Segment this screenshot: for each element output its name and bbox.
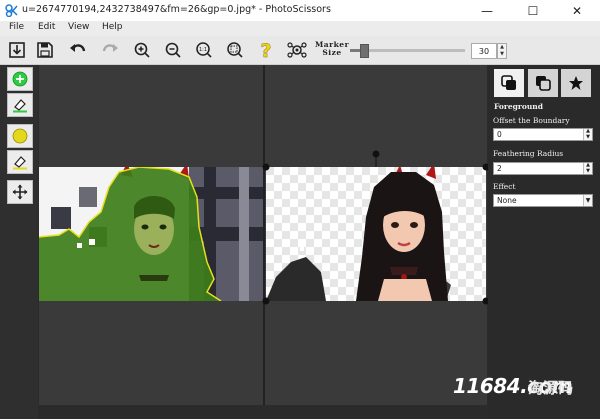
move-button[interactable] <box>7 180 33 204</box>
foreground-marker-button[interactable] <box>7 67 33 91</box>
background-tab-icon <box>536 76 551 91</box>
background-marker-button[interactable] <box>7 124 33 148</box>
offset-label: Offset the Boundary <box>493 116 570 125</box>
zoom-in-icon <box>134 42 150 58</box>
open-icon <box>9 42 25 58</box>
marker-size-slider[interactable] <box>350 44 465 58</box>
zoom-out-button[interactable] <box>162 39 184 61</box>
navigator-icon <box>287 42 307 58</box>
source-image[interactable] <box>39 167 263 301</box>
close-button[interactable]: ✕ <box>554 0 600 21</box>
eraser-icon <box>13 99 27 113</box>
foreground-tab-icon <box>501 75 516 90</box>
undo-button[interactable] <box>67 39 89 61</box>
svg-text:?: ? <box>260 40 271 60</box>
tab-effects[interactable] <box>561 69 591 97</box>
tab-background[interactable] <box>528 69 558 97</box>
selection-handles[interactable] <box>262 150 490 306</box>
effect-select[interactable]: None ▼ <box>493 194 593 207</box>
actual-size-icon: 1:1 <box>196 42 212 58</box>
move-icon <box>12 184 28 200</box>
feathering-label: Feathering Radius <box>493 149 564 158</box>
feathering-value: 2 <box>497 164 502 173</box>
watermark-cn: 淘源码 <box>528 379 574 397</box>
minimize-button[interactable]: — <box>464 0 510 21</box>
save-icon <box>37 42 53 58</box>
marker-size-label: Marker Size <box>315 41 349 57</box>
feathering-spinner[interactable]: ▲ ▼ <box>583 162 592 174</box>
effects-tab-icon <box>569 76 583 90</box>
navigator-button[interactable] <box>286 39 308 61</box>
effect-label: Effect <box>493 182 516 191</box>
tool-panel <box>0 65 38 419</box>
open-button[interactable] <box>6 39 28 61</box>
title-bar: u=2674770194,2432738497&fm=26&gp=0.jpg* … <box>0 0 600 21</box>
svg-text:1:1: 1:1 <box>199 47 207 53</box>
section-title: Foreground <box>494 102 543 111</box>
offset-value: 0 <box>497 130 502 139</box>
background-eraser-button[interactable] <box>7 150 33 174</box>
fit-button[interactable] <box>224 39 246 61</box>
zoom-out-icon <box>165 42 181 58</box>
effect-value: None <box>497 196 517 205</box>
menu-file[interactable]: File <box>9 22 24 32</box>
menu-edit[interactable]: Edit <box>38 22 55 32</box>
background-eraser-icon <box>13 156 27 170</box>
menu-bar: File Edit View Help <box>0 21 600 36</box>
marker-label-line2: Size <box>322 48 342 57</box>
offset-spinner[interactable]: ▲ ▼ <box>583 128 592 140</box>
menu-help[interactable]: Help <box>102 22 123 32</box>
zoom-in-button[interactable] <box>131 39 153 61</box>
help-icon: ? <box>260 40 272 60</box>
add-marker-icon <box>12 71 28 87</box>
app-icon <box>5 4 18 17</box>
redo-icon <box>102 44 118 52</box>
maximize-button[interactable]: ☐ <box>510 0 556 21</box>
help-button[interactable]: ? <box>255 39 277 61</box>
tab-foreground[interactable] <box>494 69 524 97</box>
fit-icon <box>227 42 243 58</box>
menu-view[interactable]: View <box>68 22 89 32</box>
marker-size-input[interactable]: 30 <box>471 43 497 59</box>
redo-button[interactable] <box>99 39 121 61</box>
chevron-down-icon: ▼ <box>583 195 592 206</box>
save-button[interactable] <box>34 39 56 61</box>
toolbar: 1:1 ? Marker Size 30 ▲ ▼ <box>0 36 600 65</box>
marker-size-spinner[interactable]: ▲ ▼ <box>497 43 507 59</box>
offset-input[interactable]: 0 ▲ ▼ <box>493 128 593 141</box>
foreground-eraser-button[interactable] <box>7 93 33 117</box>
actual-size-button[interactable]: 1:1 <box>193 39 215 61</box>
window-title: u=2674770194,2432738497&fm=26&gp=0.jpg* … <box>22 4 331 15</box>
slider-handle[interactable] <box>359 44 369 58</box>
undo-icon <box>70 44 86 52</box>
background-marker-icon <box>12 128 28 144</box>
feathering-input[interactable]: 2 ▲ ▼ <box>493 162 593 175</box>
